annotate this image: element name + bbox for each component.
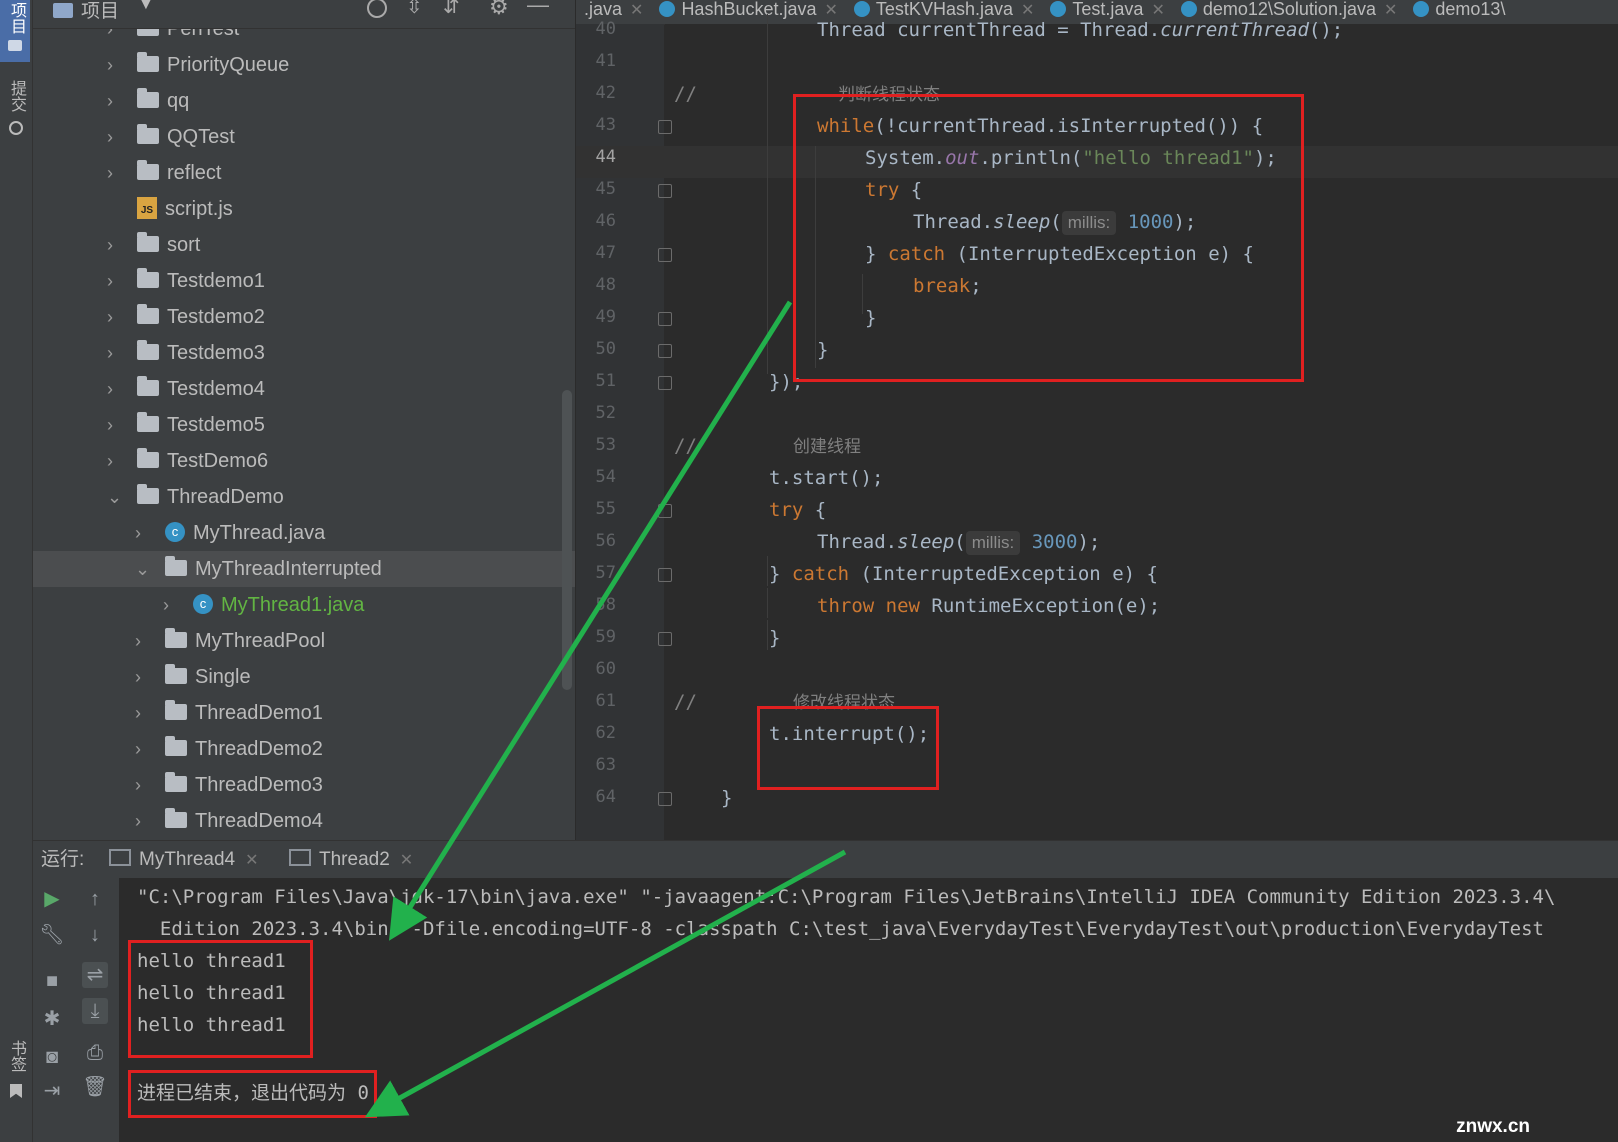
annotation-arrows (364, 300, 847, 1118)
collapse-all-icon[interactable]: ⇵ (443, 0, 460, 19)
folder-icon (53, 3, 73, 18)
project-view-title[interactable]: 项目 (81, 0, 119, 23)
locate-icon[interactable] (367, 0, 387, 18)
arrow-interrupt-to-exit (364, 849, 847, 1118)
hide-icon[interactable]: — (527, 0, 549, 18)
project-tree-header: 项目 ▼ ⇳ ⇵ ⚙ — (33, 0, 575, 29)
arrow-loop-to-output (389, 300, 793, 941)
expand-all-icon[interactable]: ⇳ (406, 0, 423, 19)
gear-icon[interactable]: ⚙ (489, 0, 509, 20)
watermark: znwx.cn (1456, 1116, 1530, 1137)
chevron-down-icon[interactable]: ▼ (138, 0, 154, 14)
